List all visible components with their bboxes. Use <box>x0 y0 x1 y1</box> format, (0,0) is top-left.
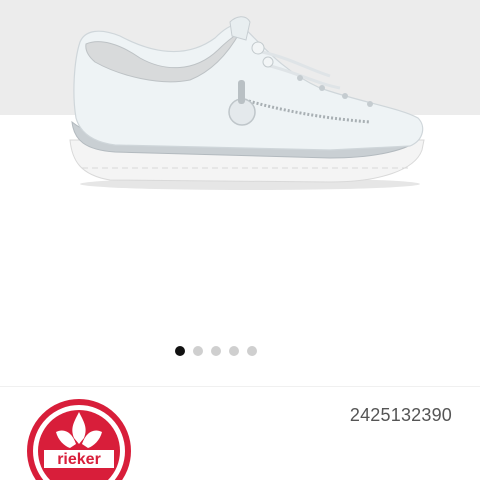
carousel-dot[interactable] <box>247 346 257 356</box>
product-sku: 2425132390 <box>349 405 452 425</box>
brand-logo: rieker <box>27 399 131 480</box>
carousel-dot[interactable] <box>229 346 239 356</box>
product-image[interactable] <box>0 0 480 230</box>
product-image-gallery[interactable] <box>0 0 480 386</box>
carousel-dot[interactable] <box>193 346 203 356</box>
carousel-dot[interactable] <box>211 346 221 356</box>
carousel-dots <box>0 346 456 358</box>
carousel-dot[interactable] <box>175 346 185 356</box>
svg-text:rieker: rieker <box>57 451 101 468</box>
